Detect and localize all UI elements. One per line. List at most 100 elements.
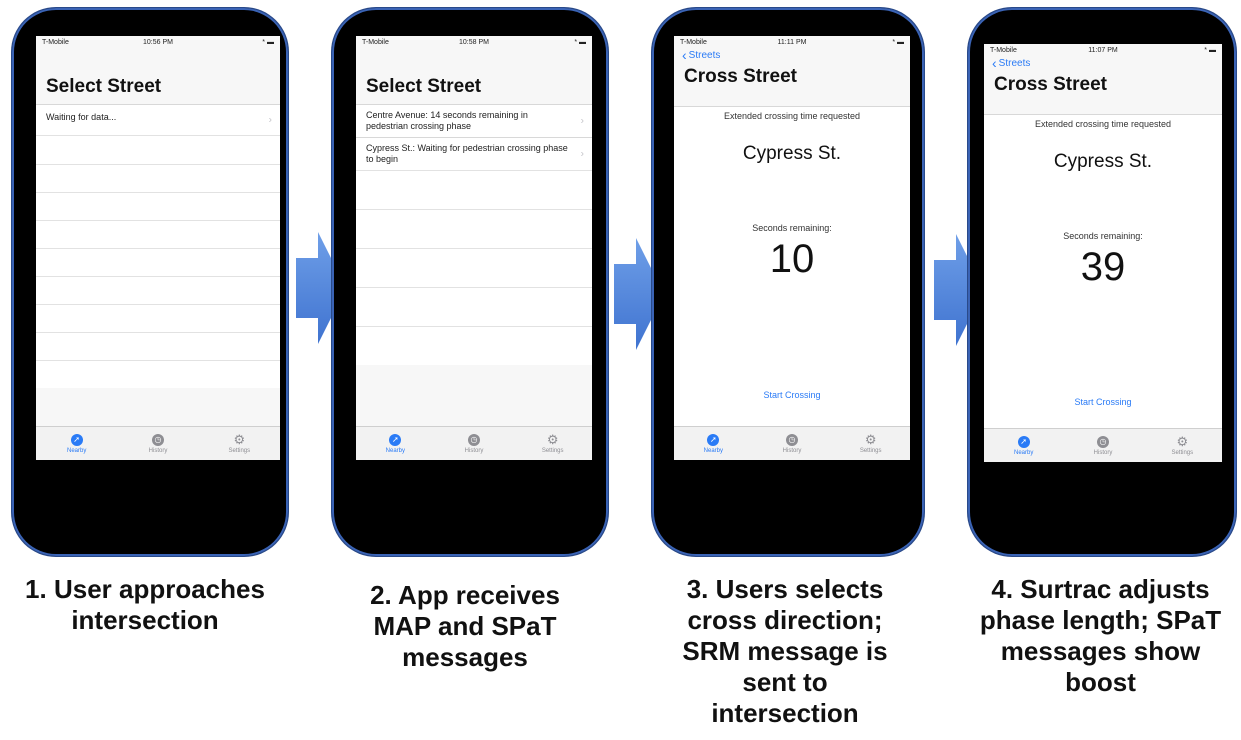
- chevron-left-icon: ‹: [682, 47, 687, 63]
- extended-time-label: Extended crossing time requested: [723, 111, 861, 121]
- tab-nearby[interactable]: ➚ Nearby: [674, 427, 753, 460]
- phone-2: T-Mobile 10:58 PM * ▬ Select Street Cent…: [332, 8, 608, 556]
- empty-row: [356, 209, 592, 248]
- tab-label: History: [1093, 449, 1113, 456]
- caption-line: intersection: [71, 605, 219, 635]
- empty-row: [356, 170, 592, 209]
- tab-nearby[interactable]: ➚ Nearby: [984, 429, 1063, 462]
- seconds-remaining-value: 39: [1080, 245, 1126, 289]
- compass-icon: ➚: [707, 433, 720, 446]
- page-title: Cross Street: [994, 74, 1107, 95]
- clock-icon: ◷: [1096, 435, 1109, 448]
- empty-row: [356, 287, 592, 326]
- empty-row: [36, 332, 280, 360]
- chevron-right-icon: ›: [580, 115, 584, 127]
- list-item-label: Cypress St.: Waiting for pedestrian cros…: [366, 143, 568, 164]
- list-item[interactable]: Waiting for data... ›: [36, 104, 280, 135]
- step-4-caption: 4. Surtrac adjusts phase length; SPaT me…: [960, 574, 1241, 698]
- tab-bar: ➚ Nearby ◷ History ⚙ Settings: [36, 426, 280, 460]
- tab-nearby[interactable]: ➚ Nearby: [356, 427, 435, 460]
- tab-settings[interactable]: ⚙ Settings: [199, 427, 280, 460]
- caption-line: sent to: [742, 667, 828, 697]
- caption-line: cross direction;: [687, 605, 883, 635]
- status-bar: T-Mobile 11:11 PM * ▬: [674, 36, 910, 48]
- tab-label: Nearby: [66, 447, 87, 454]
- caption-line: intersection: [711, 698, 859, 728]
- time-label: 11:11 PM: [777, 38, 807, 46]
- tab-label: Nearby: [1013, 449, 1034, 456]
- back-label: Streets: [688, 49, 721, 61]
- tab-history[interactable]: ◷ History: [435, 427, 514, 460]
- street-list: Centre Avenue: 14 seconds remaining in p…: [356, 104, 592, 365]
- phone-3: T-Mobile 11:11 PM * ▬ ‹ Streets Cross St…: [652, 8, 924, 556]
- time-label: 11:07 PM: [1088, 46, 1118, 54]
- list-item[interactable]: Centre Avenue: 14 seconds remaining in p…: [356, 104, 592, 137]
- battery-icon: * ▬: [892, 38, 905, 46]
- tab-settings[interactable]: ⚙ Settings: [1143, 429, 1222, 462]
- phone-1-screen: T-Mobile 10:56 PM * ▬ Select Street Wait…: [36, 36, 280, 460]
- crossing-panel: Extended crossing time requested Cypress…: [674, 106, 910, 427]
- back-button[interactable]: ‹ Streets: [984, 56, 1222, 70]
- tab-label: Settings: [541, 447, 564, 454]
- compass-icon: ➚: [389, 433, 402, 446]
- chevron-right-icon: ›: [580, 148, 584, 160]
- time-label: 10:56 PM: [143, 38, 173, 46]
- carrier-label: T-Mobile: [362, 38, 389, 46]
- compass-icon: ➚: [1017, 435, 1030, 448]
- clock-icon: ◷: [468, 433, 480, 446]
- empty-row: [36, 135, 280, 164]
- gear-icon: ⚙: [546, 431, 559, 447]
- phone-2-screen: T-Mobile 10:58 PM * ▬ Select Street Cent…: [356, 36, 592, 460]
- tab-bar: ➚ Nearby ◷ History ⚙ Settings: [984, 428, 1222, 462]
- tab-settings[interactable]: ⚙ Settings: [831, 427, 910, 460]
- battery-icon: * ▬: [262, 38, 274, 46]
- caption-line: SRM message is: [682, 636, 888, 666]
- gear-icon: ⚙: [1176, 433, 1189, 449]
- caption-line: messages: [402, 642, 528, 672]
- battery-icon: * ▬: [574, 38, 587, 46]
- start-crossing-button[interactable]: Start Crossing: [674, 390, 910, 400]
- tab-label: History: [148, 447, 168, 454]
- tab-history[interactable]: ◷ History: [117, 427, 198, 460]
- street-name: Cypress St.: [742, 143, 842, 164]
- back-button[interactable]: ‹ Streets: [674, 48, 910, 62]
- caption-line: phase length; SPaT: [979, 605, 1222, 635]
- empty-row: [356, 248, 592, 287]
- phone-4-screen: T-Mobile 11:07 PM * ▬ ‹ Streets Cross St…: [984, 44, 1222, 462]
- crossing-panel: Extended crossing time requested Cypress…: [984, 114, 1222, 429]
- page-title: Cross Street: [684, 66, 797, 87]
- tab-label: Settings: [1171, 449, 1194, 456]
- phone-3-screen: T-Mobile 11:11 PM * ▬ ‹ Streets Cross St…: [674, 36, 910, 460]
- tab-nearby[interactable]: ➚ Nearby: [36, 427, 117, 460]
- list-item[interactable]: Cypress St.: Waiting for pedestrian cros…: [356, 137, 592, 170]
- tab-bar: ➚ Nearby ◷ History ⚙ Settings: [674, 426, 910, 460]
- empty-row: [356, 326, 592, 365]
- carrier-label: T-Mobile: [680, 38, 707, 46]
- step-3-caption: 3. Users selects cross direction; SRM me…: [640, 574, 930, 729]
- gear-icon: ⚙: [233, 431, 246, 447]
- list-item-label: Centre Avenue: 14 seconds remaining in p…: [366, 110, 528, 131]
- tab-history[interactable]: ◷ History: [753, 427, 832, 460]
- compass-icon: ➚: [70, 433, 83, 446]
- phone-1: T-Mobile 10:56 PM * ▬ Select Street Wait…: [12, 8, 288, 556]
- clock-icon: ◷: [151, 433, 164, 446]
- carrier-label: T-Mobile: [42, 38, 69, 46]
- page-title: Select Street: [366, 76, 482, 97]
- caption-line: 3. Users selects: [686, 574, 884, 604]
- chevron-left-icon: ‹: [992, 55, 997, 71]
- list-item-label: Waiting for data...: [46, 112, 117, 122]
- tab-label: Nearby: [703, 447, 723, 454]
- empty-row: [36, 248, 280, 276]
- tab-label: History: [782, 447, 802, 454]
- status-bar: T-Mobile 10:56 PM * ▬: [36, 36, 280, 48]
- start-crossing-button[interactable]: Start Crossing: [984, 397, 1222, 407]
- caption-line: 4. Surtrac adjusts: [991, 574, 1210, 604]
- tab-label: History: [464, 447, 484, 454]
- step-1-caption: 1. User approaches intersection: [0, 574, 290, 636]
- tab-history[interactable]: ◷ History: [1063, 429, 1142, 462]
- chevron-right-icon: ›: [268, 114, 272, 126]
- tab-settings[interactable]: ⚙ Settings: [513, 427, 592, 460]
- empty-row: [36, 304, 280, 332]
- page-title: Select Street: [46, 76, 162, 97]
